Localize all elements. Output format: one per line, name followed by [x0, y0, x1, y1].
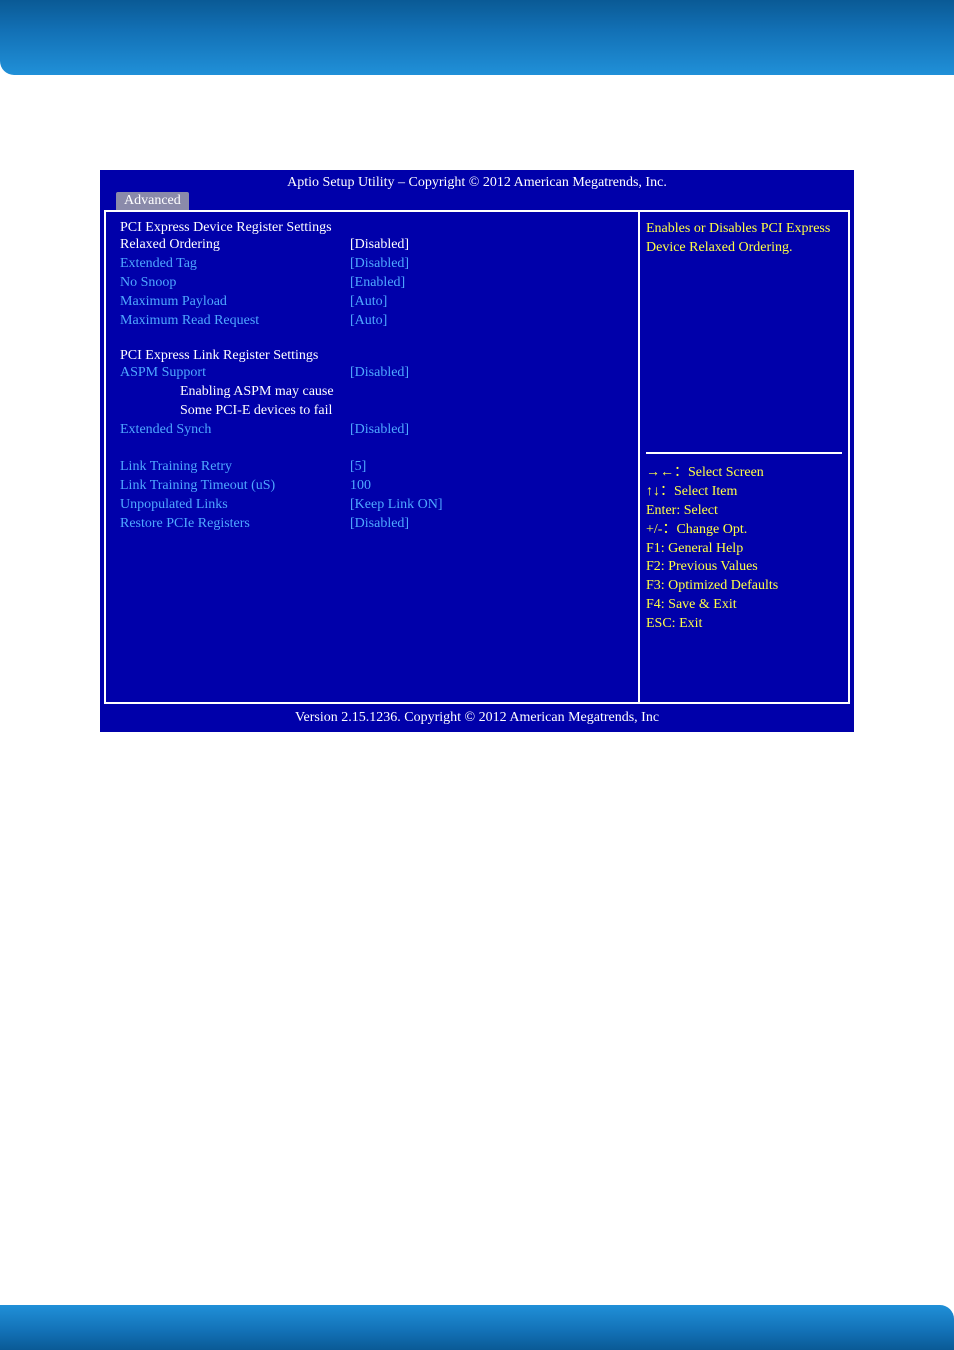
option-value: [5]: [350, 458, 366, 477]
option-extended-synch[interactable]: Extended Synch [Disabled]: [120, 421, 628, 440]
option-value: [Disabled]: [350, 255, 409, 274]
nav-f1: F1: General Help: [646, 540, 842, 559]
bios-window: Aptio Setup Utility – Copyright © 2012 A…: [100, 170, 854, 732]
option-label: Maximum Read Request: [120, 312, 350, 331]
option-value: [Disabled]: [350, 515, 409, 534]
option-unpopulated-links[interactable]: Unpopulated Links [Keep Link ON]: [120, 496, 628, 515]
nav-f2: F2: Previous Values: [646, 558, 842, 577]
option-link-training-timeout[interactable]: Link Training Timeout (uS) 100: [120, 477, 628, 496]
bios-body: PCI Express Device Register Settings Rel…: [104, 210, 850, 704]
option-aspm-support[interactable]: ASPM Support [Disabled]: [120, 364, 628, 383]
nav-enter: Enter: Select: [646, 502, 842, 521]
nav-f3: F3: Optimized Defaults: [646, 577, 842, 596]
help-pane: Enables or Disables PCI Express Device R…: [638, 212, 848, 702]
option-max-read-request[interactable]: Maximum Read Request [Auto]: [120, 312, 628, 331]
option-extended-tag[interactable]: Extended Tag [Disabled]: [120, 255, 628, 274]
option-label: ASPM Support: [120, 364, 350, 383]
option-label: Extended Synch: [120, 421, 350, 440]
option-label: Unpopulated Links: [120, 496, 350, 515]
option-relaxed-ordering[interactable]: Relaxed Ordering [Disabled]: [120, 236, 628, 255]
aspm-note-2: Some PCI-E devices to fail: [120, 402, 628, 421]
settings-pane: PCI Express Device Register Settings Rel…: [106, 212, 638, 702]
option-value: 100: [350, 477, 371, 496]
option-label: Relaxed Ordering: [120, 236, 350, 255]
nav-change-opt: +/-：Change Opt.: [646, 521, 842, 540]
option-label: Link Training Timeout (uS): [120, 477, 350, 496]
option-value: [Auto]: [350, 293, 387, 312]
option-value: [Auto]: [350, 312, 387, 331]
bios-footer: Version 2.15.1236. Copyright © 2012 Amer…: [102, 706, 852, 730]
option-restore-pcie-registers[interactable]: Restore PCIe Registers [Disabled]: [120, 515, 628, 534]
option-value: [Disabled]: [350, 421, 409, 440]
option-value: [Keep Link ON]: [350, 496, 443, 515]
page-top-banner: [0, 0, 954, 75]
option-label: No Snoop: [120, 274, 350, 293]
option-max-payload[interactable]: Maximum Payload [Auto]: [120, 293, 628, 312]
option-label: Maximum Payload: [120, 293, 350, 312]
option-label: Link Training Retry: [120, 458, 350, 477]
nav-select-item: ↑↓：Select Item: [646, 483, 842, 502]
option-link-training-retry[interactable]: Link Training Retry [5]: [120, 458, 628, 477]
page-bottom-banner: [0, 1305, 954, 1350]
section-device-register: PCI Express Device Register Settings: [120, 220, 628, 236]
option-value: [Disabled]: [350, 364, 409, 383]
tab-row: Advanced: [102, 191, 852, 210]
option-label: Restore PCIe Registers: [120, 515, 350, 534]
option-value: [Enabled]: [350, 274, 405, 293]
nav-f4: F4: Save & Exit: [646, 596, 842, 615]
nav-select-screen: →←：Select Screen: [646, 464, 842, 483]
nav-esc: ESC: Exit: [646, 615, 842, 634]
aspm-note-1: Enabling ASPM may cause: [120, 383, 628, 402]
help-description: Enables or Disables PCI Express Device R…: [646, 220, 842, 258]
section-link-register: PCI Express Link Register Settings: [120, 348, 628, 364]
tab-advanced[interactable]: Advanced: [116, 192, 189, 210]
option-value: [Disabled]: [350, 236, 409, 255]
option-label: Extended Tag: [120, 255, 350, 274]
bios-title: Aptio Setup Utility – Copyright © 2012 A…: [102, 172, 852, 191]
option-no-snoop[interactable]: No Snoop [Enabled]: [120, 274, 628, 293]
navigation-help: →←：Select Screen ↑↓：Select Item Enter: S…: [646, 452, 842, 634]
